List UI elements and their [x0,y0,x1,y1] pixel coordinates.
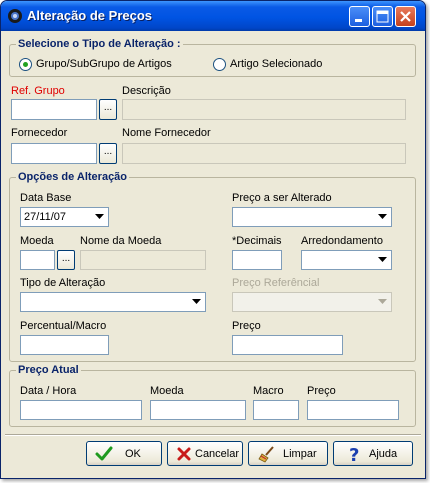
data-base-value: 27/11/07 [24,211,67,223]
chevron-down-icon [378,214,387,219]
preco-atual-preco-input[interactable] [307,400,399,420]
preco-input[interactable] [232,335,343,355]
close-icon [400,11,411,22]
svg-text:?: ? [349,445,359,463]
data-hora-input[interactable] [20,400,142,420]
data-base-label: Data Base [20,192,72,204]
descricao-input [122,99,406,120]
dialog-window: Alteração de Preços Selecione o Tipo de … [0,0,426,479]
percentual-macro-label: Percentual/Macro [20,320,107,332]
ref-grupo-input[interactable] [11,99,97,120]
fornecedor-input[interactable] [11,143,97,164]
fornecedor-lookup-button[interactable]: ... [99,143,117,164]
cancelar-button-label: Cancelar [195,448,240,460]
button-bar-divider [5,434,421,436]
preco-atual-group-title: Preço Atual [16,364,81,376]
opcoes-alteracao-group-title: Opções de Alteração [16,171,130,183]
radio-artigo-selecionado-label[interactable]: Artigo Selecionado [230,58,322,70]
fornecedor-label: Fornecedor [11,127,68,139]
preco-alterado-label: Preço a ser Alterado [232,192,332,204]
app-icon [8,9,22,23]
minimize-icon [355,19,362,22]
nome-moeda-label: Nome da Moeda [80,235,162,247]
radio-grupo-subgrupo-label[interactable]: Grupo/SubGrupo de Artigos [36,58,172,70]
title-bar[interactable]: Alteração de Preços [1,1,425,31]
maximize-button[interactable] [372,6,393,27]
ref-grupo-lookup-button[interactable]: ... [99,99,117,120]
tipo-alteracao-label: Tipo de Alteração [20,277,106,289]
dialog-body: Selecione o Tipo de Alteração : Grupo/Su… [5,31,421,476]
arredondamento-label: Arredondamento [301,235,383,247]
ok-button-label: OK [125,448,141,460]
preco-referencial-dropdown-arrow [375,294,390,310]
preco-alterado-dropdown-arrow[interactable] [375,209,390,225]
limpar-button-label: Limpar [283,448,317,460]
decimais-label: *Decimais [232,235,282,247]
preco-atual-preco-label: Preço [307,385,336,397]
chevron-down-icon [95,214,104,219]
macro-label: Macro [253,385,284,397]
data-base-picker[interactable]: 27/11/07 [20,207,109,227]
x-icon [177,447,191,461]
data-base-dropdown-arrow[interactable] [92,209,107,225]
nome-fornecedor-input [122,143,406,164]
chevron-down-icon [192,299,201,304]
checkmark-icon [95,446,113,461]
preco-alterado-select[interactable] [232,207,392,227]
tipo-alteracao-group: Selecione o Tipo de Alteração : Grupo/Su… [9,38,416,77]
cancelar-button[interactable]: Cancelar [167,441,243,466]
ajuda-button-label: Ajuda [369,448,398,460]
descricao-label: Descrição [122,85,171,97]
nome-fornecedor-label: Nome Fornecedor [122,127,211,139]
moeda-lookup-button[interactable]: ... [57,250,75,270]
tipo-alteracao-select[interactable] [20,292,206,312]
preco-label: Preço [232,320,261,332]
percentual-macro-input[interactable] [20,335,109,355]
limpar-button[interactable]: Limpar [248,441,328,466]
preco-referencial-label: Preço Referêncial [232,277,320,289]
moeda-input[interactable] [20,250,55,270]
data-hora-label: Data / Hora [20,385,77,397]
preco-atual-moeda-input[interactable] [150,400,246,420]
window-title: Alteração de Preços [27,8,153,23]
maximize-icon [376,10,389,23]
tipo-alteracao-group-title: Selecione o Tipo de Alteração : [16,38,183,50]
moeda-label: Moeda [20,235,54,247]
radio-artigo-selecionado[interactable] [213,58,226,71]
close-button[interactable] [395,6,416,27]
preco-atual-moeda-label: Moeda [150,385,184,397]
macro-input[interactable] [253,400,299,420]
arredondamento-dropdown-arrow[interactable] [375,252,390,268]
chevron-down-icon [378,257,387,262]
decimais-input[interactable] [232,250,282,270]
tipo-alteracao-dropdown-arrow[interactable] [189,294,204,310]
question-icon: ? [349,445,359,463]
ajuda-button[interactable]: ? Ajuda [333,441,413,466]
preco-referencial-select [232,292,392,312]
nome-moeda-input [80,250,206,270]
radio-grupo-subgrupo[interactable] [19,58,32,71]
chevron-down-icon [378,299,387,304]
broom-icon [258,446,274,463]
ok-button[interactable]: OK [86,441,162,466]
ref-grupo-label: Ref. Grupo [11,85,65,97]
minimize-button[interactable] [349,6,370,27]
arredondamento-select[interactable] [301,250,392,270]
preco-atual-group: Preço Atual Data / Hora Moeda Macro Preç… [9,364,416,427]
radio-selected-dot [23,62,28,67]
opcoes-alteracao-group: Opções de Alteração Data Base 27/11/07 P… [9,171,416,362]
